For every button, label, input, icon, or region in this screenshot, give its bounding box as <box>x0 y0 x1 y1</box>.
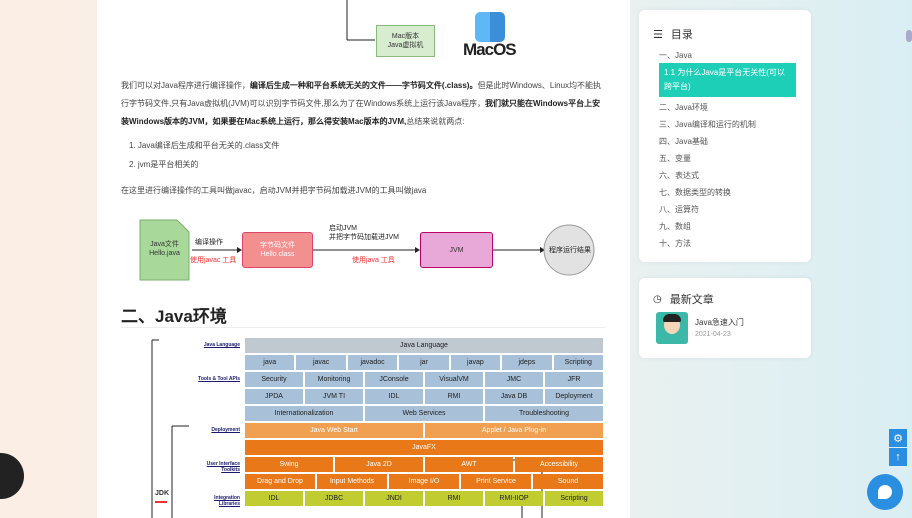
jdk-cell: Input Methods <box>317 474 387 489</box>
macos-logo: MacOS <box>463 40 517 59</box>
jdk-cell: Java DB <box>485 389 543 404</box>
post-title[interactable]: Java急速入门 <box>695 317 744 328</box>
jdk-cell: Sound <box>533 474 603 489</box>
recent-title: 最新文章 <box>669 294 714 306</box>
toc-title: 目录 <box>670 29 693 41</box>
jdk-cell: javap <box>450 355 501 370</box>
jdk-cell: Security <box>245 372 303 387</box>
divider <box>121 327 605 328</box>
jdk-cell: RMI <box>425 491 483 506</box>
toc-header: ☰ 目录 <box>653 26 693 42</box>
jdk-cell: RMI <box>425 389 483 404</box>
jdk-cell: Internationalization <box>245 406 363 421</box>
avatar-widget[interactable] <box>0 453 24 499</box>
toc-item[interactable]: 七、数据类型的转换 <box>659 187 731 198</box>
jdk-cell: IDL <box>245 491 303 506</box>
back-to-top-icon[interactable]: ↑ <box>889 448 907 466</box>
jdk-cell: Scripting <box>553 355 603 370</box>
side-edge-icon[interactable] <box>906 30 912 42</box>
toc-item[interactable]: 九、数组 <box>659 221 691 232</box>
jdk-label: JDK <box>155 490 170 497</box>
jdk-cell: JavaFX <box>245 440 603 455</box>
finder-icon <box>475 12 505 42</box>
list-item: 2. jvm是平台相关的 <box>129 160 199 169</box>
jdk-cell: Image I/O <box>389 474 459 489</box>
java-file-label: Java文件 Hello.java <box>149 241 180 257</box>
jdk-cell: jar <box>399 355 449 370</box>
history-icon: ◷ <box>653 293 662 305</box>
jdk-cell: Drag and Drop <box>245 474 315 489</box>
toc-item[interactable]: 八、运算符 <box>659 204 699 215</box>
jdk-cell: AWT <box>425 457 513 472</box>
jdk-cell: Java Language <box>245 338 603 353</box>
jdk-row-label: Integration Libraries <box>214 495 240 507</box>
jdk-cell: Print Service <box>461 474 531 489</box>
chat-icon <box>878 485 892 499</box>
jdk-row-label: User Interface Toolkits <box>206 461 240 473</box>
jdk-cell: Scripting <box>545 491 603 506</box>
jdk-cell: Troubleshooting <box>485 406 603 421</box>
macos-diagram-lines <box>346 0 375 41</box>
result-label: 程序运行结果 <box>549 247 591 254</box>
jdk-cell: Applet / Java Plug-in <box>425 423 603 438</box>
jdk-cell: JDBC <box>305 491 363 506</box>
recent-posts-panel: ◷ 最新文章 Java急速入门 2021-04-23 <box>639 278 811 358</box>
jvm-box: JVM <box>420 232 493 268</box>
jdk-cell: JNDI <box>365 491 423 506</box>
jdk-row-label: Java Language <box>203 342 240 348</box>
mac-jvm-box: Mac版本 Java虚拟机 <box>376 25 435 57</box>
toc-item[interactable]: 五、变量 <box>659 153 691 164</box>
toc-item[interactable]: 六、表达式 <box>659 170 699 181</box>
toc-item[interactable]: 四、Java基础 <box>659 136 708 147</box>
jdk-cell: javadoc <box>347 355 398 370</box>
article-content: Mac版本 Java虚拟机 MacOS 我们可以对Java程序进行编译操作，编译… <box>97 0 630 518</box>
paragraph-2: 在这里进行编译操作的工具叫做javac，启动JVM并把字节码加载进JVM的工具叫… <box>121 186 427 195</box>
toc-panel: ☰ 目录 一、Java 1.1 为什么Java是平台无关性(可以跨平台) 二、J… <box>639 10 811 262</box>
jdk-underline <box>155 501 167 503</box>
jdk-cell: java <box>245 355 295 370</box>
jdk-row-label: Deployment <box>211 427 240 433</box>
chat-button[interactable] <box>867 474 903 510</box>
post-thumbnail[interactable] <box>656 312 688 344</box>
jdk-cell: Monitoring <box>305 372 363 387</box>
jdk-cell: JConsole <box>365 372 423 387</box>
jdk-cell: JMC <box>485 372 543 387</box>
section-heading: 二、Java环境 <box>121 307 227 326</box>
jdk-cell: Web Services <box>365 406 483 421</box>
toc-item[interactable]: 一、Java <box>659 50 692 61</box>
jdk-cell: VisualVM <box>425 372 483 387</box>
jdk-cell: IDL <box>365 389 423 404</box>
post-date: 2021-04-23 <box>695 331 731 338</box>
toc-item-active[interactable]: 1.1 为什么Java是平台无关性(可以跨平台) <box>659 63 796 97</box>
jdk-cell: Java Web Start <box>245 423 423 438</box>
toc-item[interactable]: 三、Java编译和运行的机制 <box>659 119 756 130</box>
load-jvm-label: 启动JVM 并把字节码加载进JVM <box>329 225 399 241</box>
jdk-cell: Swing <box>245 457 333 472</box>
list-item: 1. Java编译后生成和平台无关的.class文件 <box>129 141 280 150</box>
paragraph-1: 我们可以对Java程序进行编译操作，编译后生成一种和平台系统无关的文件——字节码… <box>121 81 602 126</box>
toc-item[interactable]: 十、方法 <box>659 238 691 249</box>
recent-header: ◷ 最新文章 <box>653 291 714 307</box>
jdk-row-label: Tools & Tool APIs <box>198 376 240 382</box>
jdk-cell: RMI-IIOP <box>485 491 543 506</box>
java-tool-label: 使用java 工具 <box>352 257 395 264</box>
javac-tool-label: 使用javac 工具 <box>190 257 237 264</box>
settings-icon[interactable]: ⚙ <box>889 429 907 447</box>
toc-item[interactable]: 二、Java环境 <box>659 102 708 113</box>
jdk-cell: JFR <box>545 372 603 387</box>
jdk-cell: Deployment <box>545 389 603 404</box>
compile-label: 编译操作 <box>195 239 223 246</box>
jdk-cell: JVM TI <box>305 389 363 404</box>
bytecode-box: 字节码文件 Hello.class <box>242 232 313 268</box>
jdk-cell: Java 2D <box>335 457 423 472</box>
jdk-cell: javac <box>296 355 346 370</box>
jdk-cell: jdeps <box>502 355 552 370</box>
jdk-cell: Accessibility <box>515 457 603 472</box>
list-icon: ☰ <box>653 28 663 41</box>
jdk-cell: JPDA <box>245 389 303 404</box>
